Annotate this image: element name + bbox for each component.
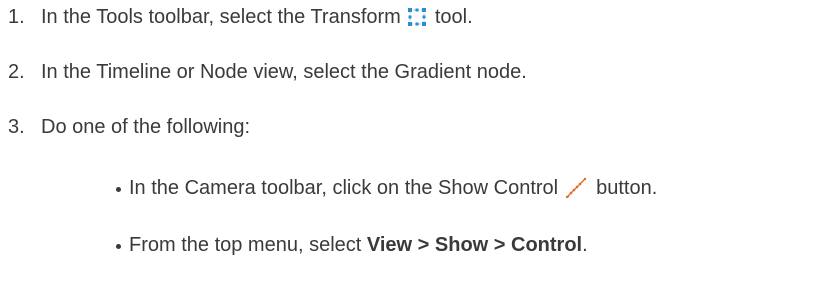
bullet-item-1: In the Camera toolbar, click on the Show… [116, 176, 657, 200]
bullet-text-end: . [582, 234, 588, 256]
step-text: Do one of the following: [41, 116, 251, 138]
step-2: 2. In the Timeline or Node view, select … [8, 60, 527, 84]
step-text-end: tool. [434, 6, 473, 28]
instructions-document: 1. In the Tools toolbar, select the Tran… [0, 0, 833, 281]
bullet-dot [116, 187, 121, 192]
bullet-item-2: From the top menu, select View > Show > … [116, 233, 588, 257]
step-text: In the Timeline or Node view, select the… [41, 61, 527, 83]
step-text: In the Tools toolbar, select the Transfo… [41, 6, 401, 28]
menu-path: View > Show > Control [366, 234, 583, 256]
step-3: 3. Do one of the following: [8, 115, 250, 139]
bullet-text: In the Camera toolbar, click on the Show… [129, 177, 559, 199]
step-1: 1. In the Tools toolbar, select the Tran… [8, 5, 473, 29]
bullet-dot [116, 244, 121, 249]
bullet-text: From the top menu, select [129, 234, 367, 256]
step-number: 1. [8, 6, 25, 28]
transform-tool-icon [407, 7, 427, 27]
show-control-icon [564, 176, 588, 200]
step-number: 2. [8, 61, 25, 83]
step-number: 3. [8, 116, 25, 138]
bullet-text-end: button. [596, 177, 658, 199]
